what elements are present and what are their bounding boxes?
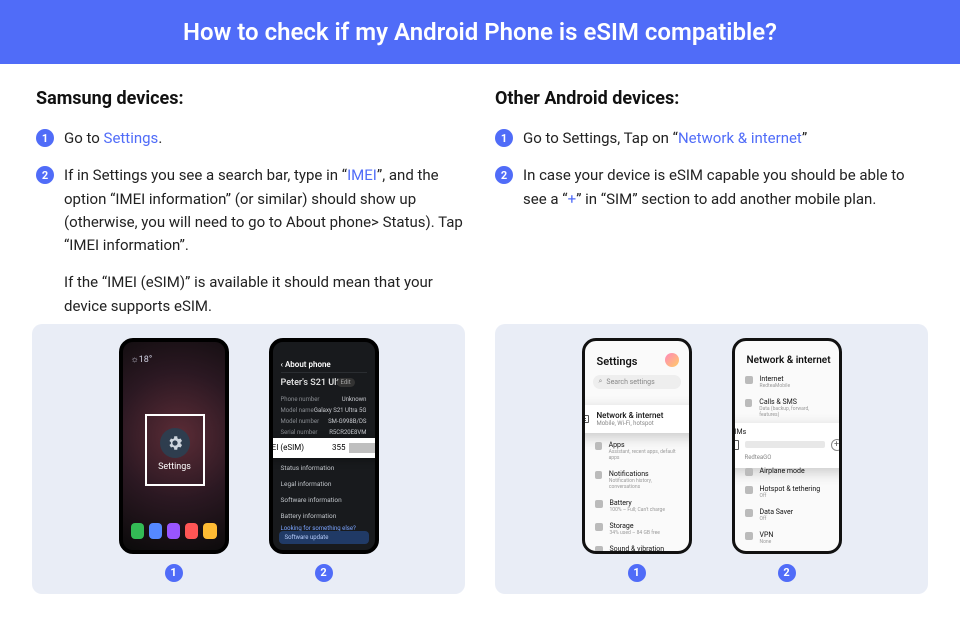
- screenshots-row: ☼18° Settings 1 ‹ About phone Peter's S2…: [0, 324, 960, 594]
- plus-link[interactable]: +: [568, 190, 577, 208]
- settings-list: AppsAssistant, recent apps, default apps…: [595, 441, 679, 554]
- samsung-screenshots: ☼18° Settings 1 ‹ About phone Peter's S2…: [32, 324, 465, 594]
- network-internet-link[interactable]: Network & internet: [678, 129, 802, 147]
- plus-icon: +: [831, 439, 842, 451]
- other-step-1-text: Go to Settings, Tap on “Network & intern…: [523, 127, 807, 150]
- search-settings: ⌕ Search settings: [593, 375, 681, 389]
- spec-rows: Phone numberUnknown Model nameGalaxy S21…: [281, 396, 367, 436]
- sims-heading: SIMs: [732, 428, 842, 436]
- shot-badge: 1: [628, 564, 646, 582]
- shot-badge: 2: [315, 564, 333, 582]
- settings-link[interactable]: Settings: [104, 129, 159, 147]
- other-heading: Other Android devices:: [495, 88, 924, 109]
- samsung-shot-1: ☼18° Settings 1: [119, 338, 229, 582]
- step-bullet-2: 2: [36, 166, 54, 184]
- settings-title: Settings: [597, 355, 638, 368]
- other-screenshots: Settings ⌕ Search settings Network & int…: [495, 324, 928, 594]
- about-title: ‹ About phone: [281, 360, 367, 373]
- sim-icon: [732, 440, 739, 450]
- phone-samsung-about: ‹ About phone Peter's S21 Ultra Edit Pho…: [269, 338, 379, 554]
- samsung-shot-2: ‹ About phone Peter's S21 Ultra Edit Pho…: [269, 338, 379, 582]
- phone-android-network: Network & internet InternetRedteaMobile …: [732, 338, 842, 554]
- imei-label: IMEI (eSIM): [269, 443, 305, 452]
- samsung-column: Samsung devices: 1 Go to Settings. 2 If …: [36, 88, 465, 318]
- page-header: How to check if my Android Phone is eSIM…: [0, 0, 960, 64]
- step-bullet-1: 1: [36, 129, 54, 147]
- shot-badge: 1: [165, 564, 183, 582]
- gear-icon: [160, 428, 190, 458]
- samsung-step-2-text: If in Settings you see a search bar, typ…: [64, 164, 465, 257]
- other-step-1: 1 Go to Settings, Tap on “Network & inte…: [495, 127, 924, 150]
- network-title: Network & internet: [747, 355, 831, 366]
- network-list-bottom: Airplane mode Hotspot & tetheringOff Dat…: [745, 467, 829, 554]
- imei-link[interactable]: IMEI: [347, 166, 377, 184]
- other-column: Other Android devices: 1 Go to Settings,…: [495, 88, 924, 318]
- content-columns: Samsung devices: 1 Go to Settings. 2 If …: [0, 64, 960, 318]
- software-update: Software update: [279, 531, 369, 544]
- page-title: How to check if my Android Phone is eSIM…: [0, 18, 960, 46]
- wifi-icon: [582, 415, 589, 423]
- about-list: Status information Legal information Sof…: [281, 464, 367, 520]
- weather-widget: ☼18°: [131, 354, 153, 365]
- other-step-2-text: In case your device is eSIM capable you …: [523, 164, 924, 211]
- other-shot-2: Network & internet InternetRedteaMobile …: [732, 338, 842, 582]
- samsung-heading: Samsung devices:: [36, 88, 465, 109]
- avatar-icon: [665, 353, 679, 367]
- samsung-step-2: 2 If in Settings you see a search bar, t…: [36, 164, 465, 257]
- carrier-label: RedteaGO: [745, 454, 842, 461]
- settings-label: Settings: [158, 462, 191, 472]
- network-list-top: InternetRedteaMobile Calls & SMSData (ba…: [745, 375, 829, 418]
- samsung-step-1-text: Go to Settings.: [64, 127, 162, 150]
- step-bullet-2: 2: [495, 166, 513, 184]
- step-bullet-1: 1: [495, 129, 513, 147]
- masked-sim: [745, 441, 825, 448]
- other-step-2: 2 In case your device is eSIM capable yo…: [495, 164, 924, 211]
- samsung-step-2-extra: If the “IMEI (eSIM)” is available it sho…: [64, 271, 465, 318]
- masked-value: [349, 443, 379, 453]
- other-shot-1: Settings ⌕ Search settings Network & int…: [582, 338, 692, 582]
- edit-button: Edit: [337, 378, 355, 387]
- network-internet-callout: Network & internet Mobile, Wi-Fi, hotspo…: [582, 405, 692, 433]
- phone-samsung-home: ☼18° Settings: [119, 338, 229, 554]
- settings-app-highlight: Settings: [145, 414, 205, 486]
- shot-badge: 2: [778, 564, 796, 582]
- samsung-step-1: 1 Go to Settings.: [36, 127, 465, 150]
- app-dock: [131, 520, 217, 542]
- imei-esim-callout: IMEI (eSIM) 355: [269, 438, 379, 458]
- sims-callout: SIMs + RedteaGO: [732, 423, 842, 468]
- search-icon: ⌕: [599, 377, 603, 386]
- phone-android-settings: Settings ⌕ Search settings Network & int…: [582, 338, 692, 554]
